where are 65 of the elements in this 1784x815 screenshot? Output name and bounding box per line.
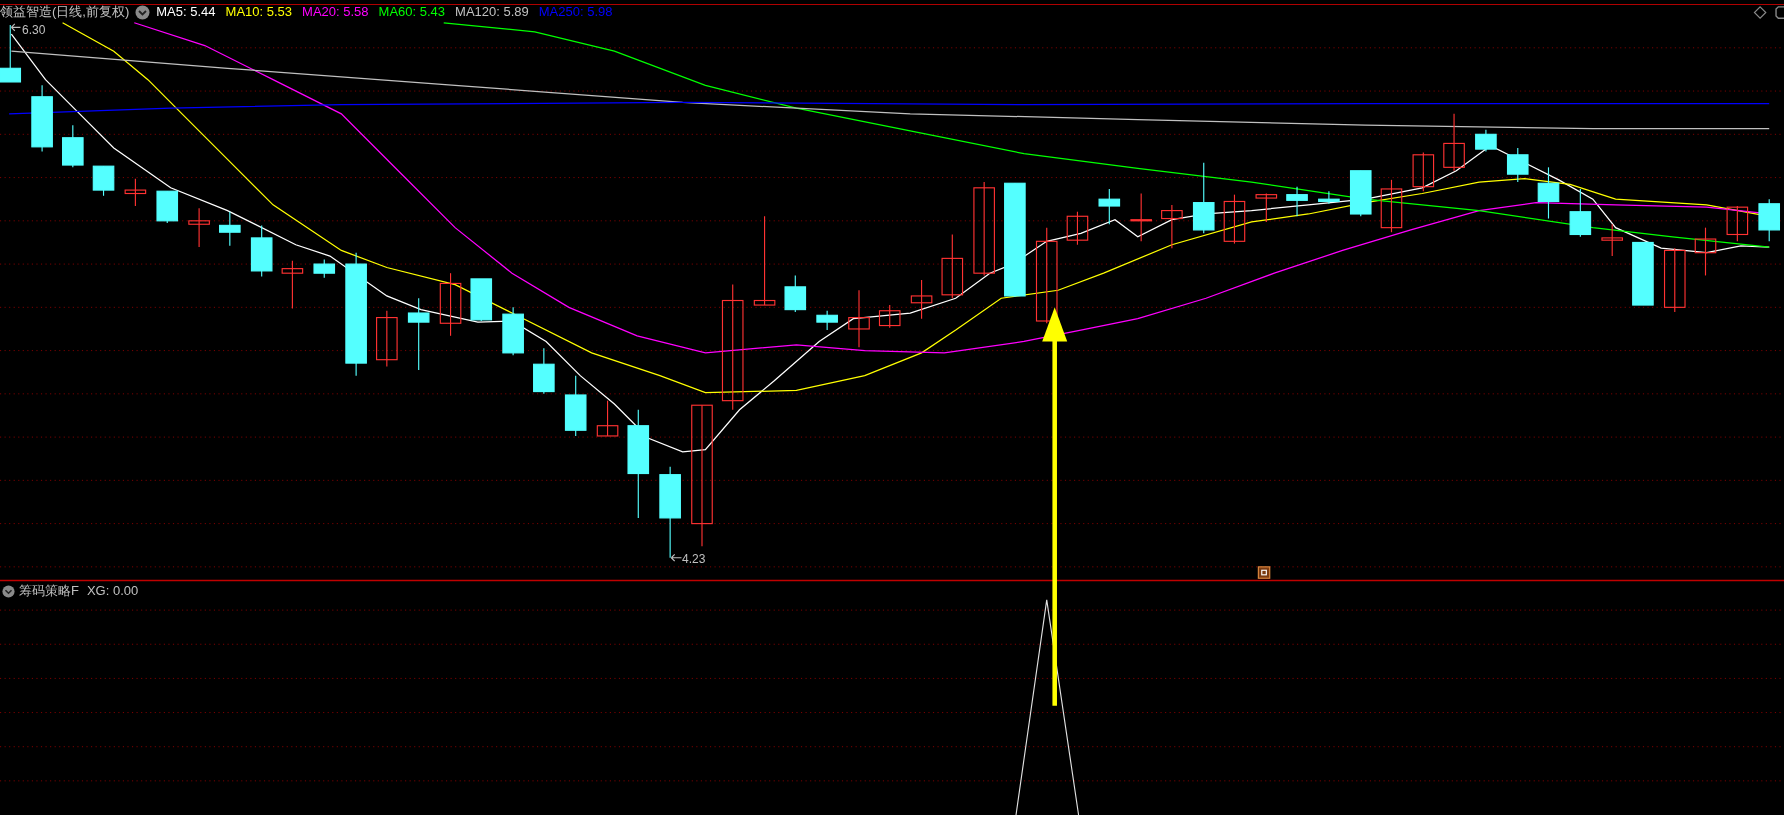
candlestick (596, 400, 619, 437)
candlestick (1098, 188, 1121, 225)
candlestick (816, 310, 838, 331)
candlestick (1130, 192, 1152, 242)
candlestick (1632, 241, 1654, 306)
candlestick (439, 272, 462, 337)
candlestick (1663, 247, 1686, 313)
high-price-label: 6.30 (22, 22, 46, 39)
candlestick (564, 375, 587, 437)
candlestick (1318, 190, 1340, 205)
candlestick (1192, 162, 1215, 234)
moving-average-value: MA5: 5.44 (156, 3, 216, 21)
candlestick (1380, 179, 1403, 233)
candlestick (1475, 129, 1497, 152)
candlestick (848, 289, 870, 348)
candlestick (1349, 170, 1372, 217)
candlestick (1443, 113, 1465, 172)
candlestick (1506, 147, 1529, 183)
candlestick (1255, 192, 1278, 223)
indicator-title: 筹码策略F (19, 582, 79, 600)
dropdown-icon[interactable] (135, 4, 151, 20)
candlestick (1223, 194, 1246, 245)
candlestick (533, 347, 555, 395)
candlestick (0, 24, 22, 83)
dropdown-icon[interactable] (2, 584, 15, 598)
candlestick (1286, 186, 1308, 217)
candlestick (124, 178, 147, 207)
candlestick (1537, 166, 1560, 220)
candlestick (92, 165, 115, 197)
candlestick (1726, 205, 1749, 242)
candlestick (470, 278, 493, 322)
square-icon[interactable] (1257, 566, 1271, 579)
candlestick (878, 304, 901, 329)
candlestick (1161, 204, 1183, 249)
moving-average-value: MA10: 5.53 (225, 3, 293, 21)
moving-average-value: MA20: 5.58 (302, 3, 369, 21)
candlestick (502, 306, 524, 356)
candlestick (1066, 211, 1089, 246)
panel-toggle-icon[interactable] (1775, 6, 1784, 19)
candlestick (313, 258, 336, 279)
candlestick (188, 207, 210, 248)
candlestick (1601, 223, 1623, 257)
candlestick (219, 211, 241, 247)
candlestick (910, 279, 933, 320)
candlestick (250, 224, 273, 278)
candlestick (376, 310, 398, 368)
moving-average-value: MA60: 5.43 (378, 3, 446, 21)
candlestick (156, 190, 179, 224)
candlestick (31, 84, 53, 152)
diamond-icon[interactable] (1753, 6, 1767, 19)
candlestick (1412, 151, 1435, 192)
candlestick (1569, 188, 1592, 238)
moving-average-value: MA250: 5.98 (538, 3, 613, 21)
moving-average-value: MA120: 5.89 (455, 3, 529, 21)
stock-title: 领益智造(日线,前复权) (0, 3, 130, 21)
candlestick (281, 260, 304, 310)
candlestick (62, 124, 84, 168)
candlestick (784, 274, 807, 313)
low-price-label: 4.23 (682, 551, 706, 568)
pointer-arrow-icon (670, 553, 683, 562)
candlestick (1694, 227, 1717, 277)
pointer-arrow-icon (10, 23, 22, 32)
candlestick (941, 233, 964, 299)
candlestick (1758, 198, 1780, 242)
indicator-reading: XG: 0.00 (86, 582, 139, 600)
